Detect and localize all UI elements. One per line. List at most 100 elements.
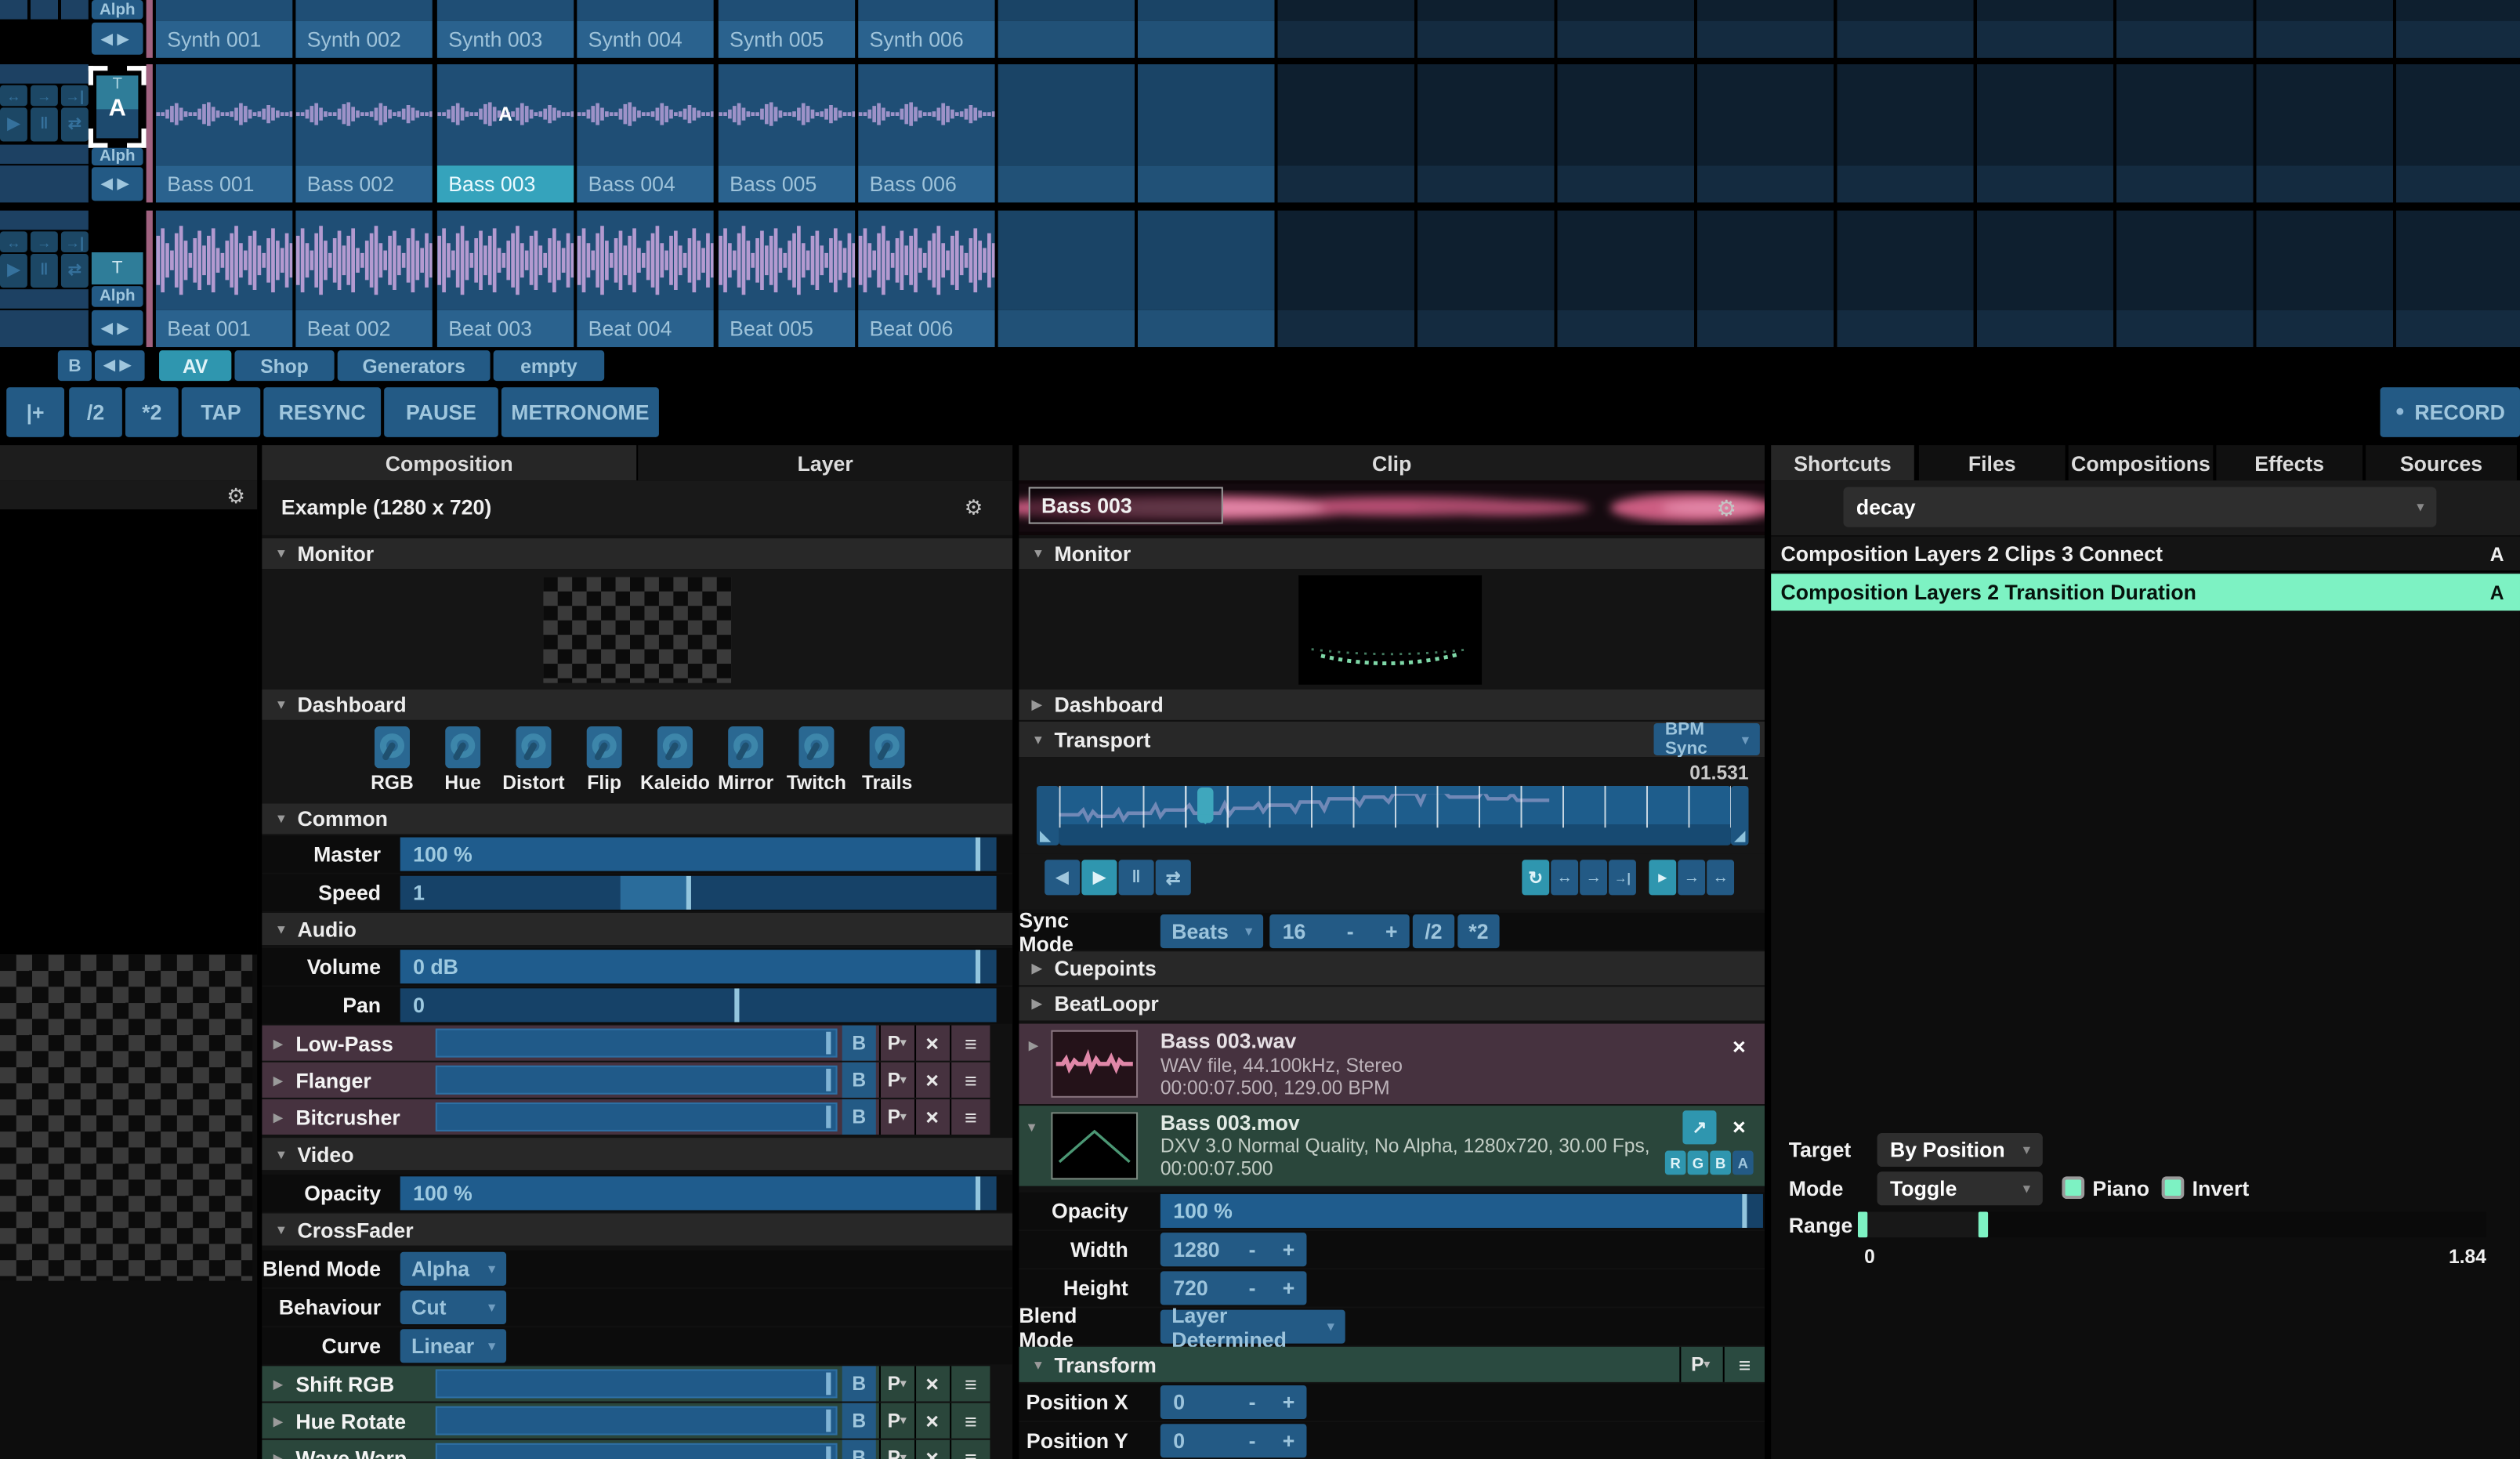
decrement[interactable]: - — [1249, 1271, 1256, 1305]
empty-cells[interactable] — [998, 64, 1278, 165]
tab-compositions[interactable]: Compositions — [2069, 445, 2214, 480]
preset-button[interactable]: P▾ — [879, 1099, 913, 1135]
trigger-style-button-1[interactable]: ► — [1649, 860, 1676, 895]
random-icon[interactable]: ⇄ — [61, 107, 89, 141]
speed-slider[interactable]: 1 — [400, 876, 997, 910]
increment[interactable]: + — [1283, 1385, 1295, 1419]
deck-tab-empty[interactable]: empty — [494, 350, 605, 381]
sync-mode-dropdown[interactable]: Beats▾ — [1160, 914, 1263, 948]
clip-cell[interactable] — [437, 211, 574, 310]
bypass-button[interactable]: B — [842, 1099, 876, 1135]
clip-label[interactable]: Beat 005 — [719, 310, 855, 347]
decrement[interactable]: - — [1249, 1233, 1256, 1266]
section-monitor[interactable]: ▼Monitor — [262, 538, 1012, 569]
expand-icon[interactable]: ▶ — [273, 1414, 284, 1428]
layer-synth-skip-buttons[interactable]: ◀▶ — [92, 23, 143, 55]
increment[interactable]: + — [1385, 914, 1398, 948]
piano-checkbox[interactable] — [2062, 1176, 2084, 1199]
trigger-style-button-2[interactable]: → — [1678, 860, 1705, 895]
channel-r-button[interactable]: R — [1665, 1151, 1686, 1175]
empty-cells[interactable] — [1278, 310, 2520, 347]
clip-label[interactable]: Synth 003 — [437, 21, 574, 58]
preset-button[interactable]: P▾ — [879, 1440, 913, 1459]
decrement[interactable]: - — [1249, 1385, 1256, 1419]
mode-dropdown[interactable]: Toggle ▾ — [1877, 1171, 2043, 1205]
preset-button[interactable]: P▾ — [1679, 1347, 1719, 1382]
clip-cell[interactable] — [577, 211, 713, 310]
random-button[interactable]: ⇄ — [1156, 860, 1191, 895]
clip-label[interactable]: Synth 001 — [156, 21, 292, 58]
layer-beat-thumb-toggle[interactable]: T — [92, 252, 143, 284]
menu-icon[interactable]: ≡ — [950, 1063, 990, 1098]
behaviour-dropdown[interactable]: Cut▾ — [400, 1291, 506, 1324]
expand-icon[interactable]: ▶ — [273, 1037, 284, 1051]
timeline-out-handle[interactable] — [1731, 786, 1749, 845]
dashboard-knob-rgb[interactable] — [375, 726, 410, 768]
clip-cell[interactable] — [295, 211, 432, 310]
clip-name-field[interactable]: Bass 003 — [1029, 487, 1223, 523]
menu-icon[interactable]: ≡ — [1723, 1347, 1765, 1382]
clip-cell[interactable] — [719, 0, 855, 21]
preset-button[interactable]: P▾ — [879, 1026, 913, 1061]
empty-cells[interactable] — [998, 211, 1278, 310]
effect-mix-slider[interactable] — [436, 1407, 838, 1435]
effect-mix-slider[interactable] — [436, 1443, 838, 1459]
menu-icon[interactable]: ≡ — [950, 1440, 990, 1459]
pause-icon[interactable]: ‖ — [31, 107, 58, 141]
bypass-button[interactable]: B — [842, 1366, 876, 1401]
master-slider[interactable]: 100 % — [400, 838, 997, 871]
pause-button[interactable]: ‖ — [1119, 860, 1154, 895]
bypass-button[interactable]: B — [842, 1063, 876, 1098]
deck-b-button[interactable]: B — [58, 350, 92, 381]
volume-slider[interactable]: 0 dB — [400, 950, 997, 983]
target-dropdown[interactable]: By Position ▾ — [1877, 1133, 2043, 1167]
pan-slider[interactable]: 0 — [400, 988, 997, 1022]
clip-cell[interactable] — [858, 0, 994, 21]
search-input[interactable]: decay ▾ — [1844, 487, 2437, 527]
timeline-in-handle[interactable] — [1037, 786, 1059, 845]
tab-files[interactable]: Files — [1919, 445, 2066, 480]
shortcut-list-item-selected[interactable]: Composition Layers 2 Transition Duration… — [1771, 574, 2520, 610]
record-button[interactable]: ● RECORD — [2381, 387, 2520, 437]
deck-tab-av[interactable]: AV — [159, 350, 231, 381]
toolbar-metronome-button[interactable]: METRONOME — [501, 387, 659, 437]
clip-label[interactable]: Bass 004 — [577, 165, 713, 202]
layer-bass-alpha-button[interactable]: Alph — [92, 148, 143, 166]
clip-label-selected[interactable]: Bass 003 — [437, 165, 574, 202]
section-clip-dashboard[interactable]: ▶Dashboard — [1019, 690, 1765, 720]
effect-mix-slider[interactable] — [436, 1066, 838, 1095]
curve-dropdown[interactable]: Linear▾ — [400, 1329, 506, 1363]
empty-cells[interactable] — [1278, 0, 2520, 21]
clip-cell[interactable] — [156, 0, 292, 21]
playhead[interactable] — [1197, 787, 1214, 823]
gear-icon[interactable]: ⚙ — [1716, 495, 1736, 523]
clip-cell-active[interactable]: A — [437, 64, 574, 165]
section-cuepoints[interactable]: ▶Cuepoints — [1019, 951, 1765, 985]
close-icon[interactable]: × — [1732, 1113, 1746, 1139]
close-icon[interactable]: × — [914, 1403, 948, 1439]
range-slider[interactable] — [1858, 1211, 2486, 1237]
increment[interactable]: + — [1283, 1271, 1295, 1305]
close-icon[interactable]: × — [914, 1366, 948, 1401]
section-video[interactable]: ▼Video — [262, 1138, 1012, 1170]
clip-label[interactable]: Beat 003 — [437, 310, 574, 347]
resize-icon[interactable]: ↗ — [1682, 1110, 1716, 1144]
tab-effects[interactable]: Effects — [2216, 445, 2362, 480]
dashboard-knob-flip[interactable] — [587, 726, 622, 768]
toolbar-double-tempo-button[interactable]: *2 — [125, 387, 179, 437]
opacity-slider[interactable]: 100 % — [400, 1176, 997, 1210]
section-audio[interactable]: ▼Audio — [262, 913, 1012, 945]
bypass-button[interactable]: B — [842, 1403, 876, 1439]
bounce-icon[interactable]: ↔ — [0, 231, 27, 252]
section-beatloopr[interactable]: ▶BeatLoopr — [1019, 987, 1765, 1020]
channel-g-button[interactable]: G — [1688, 1151, 1709, 1175]
dashboard-knob-distort[interactable] — [516, 726, 551, 768]
effect-mix-slider[interactable] — [436, 1369, 838, 1398]
dashboard-knob-kaleido[interactable] — [657, 726, 693, 768]
layer-bass-crossfader-assign[interactable]: T A — [92, 69, 143, 144]
expand-icon[interactable]: ▶ — [273, 1110, 284, 1124]
empty-cells[interactable] — [1278, 165, 2520, 202]
bypass-button[interactable]: B — [842, 1026, 876, 1061]
clip-cell[interactable] — [437, 0, 574, 21]
section-transport[interactable]: ▼Transport — [1019, 722, 1765, 757]
